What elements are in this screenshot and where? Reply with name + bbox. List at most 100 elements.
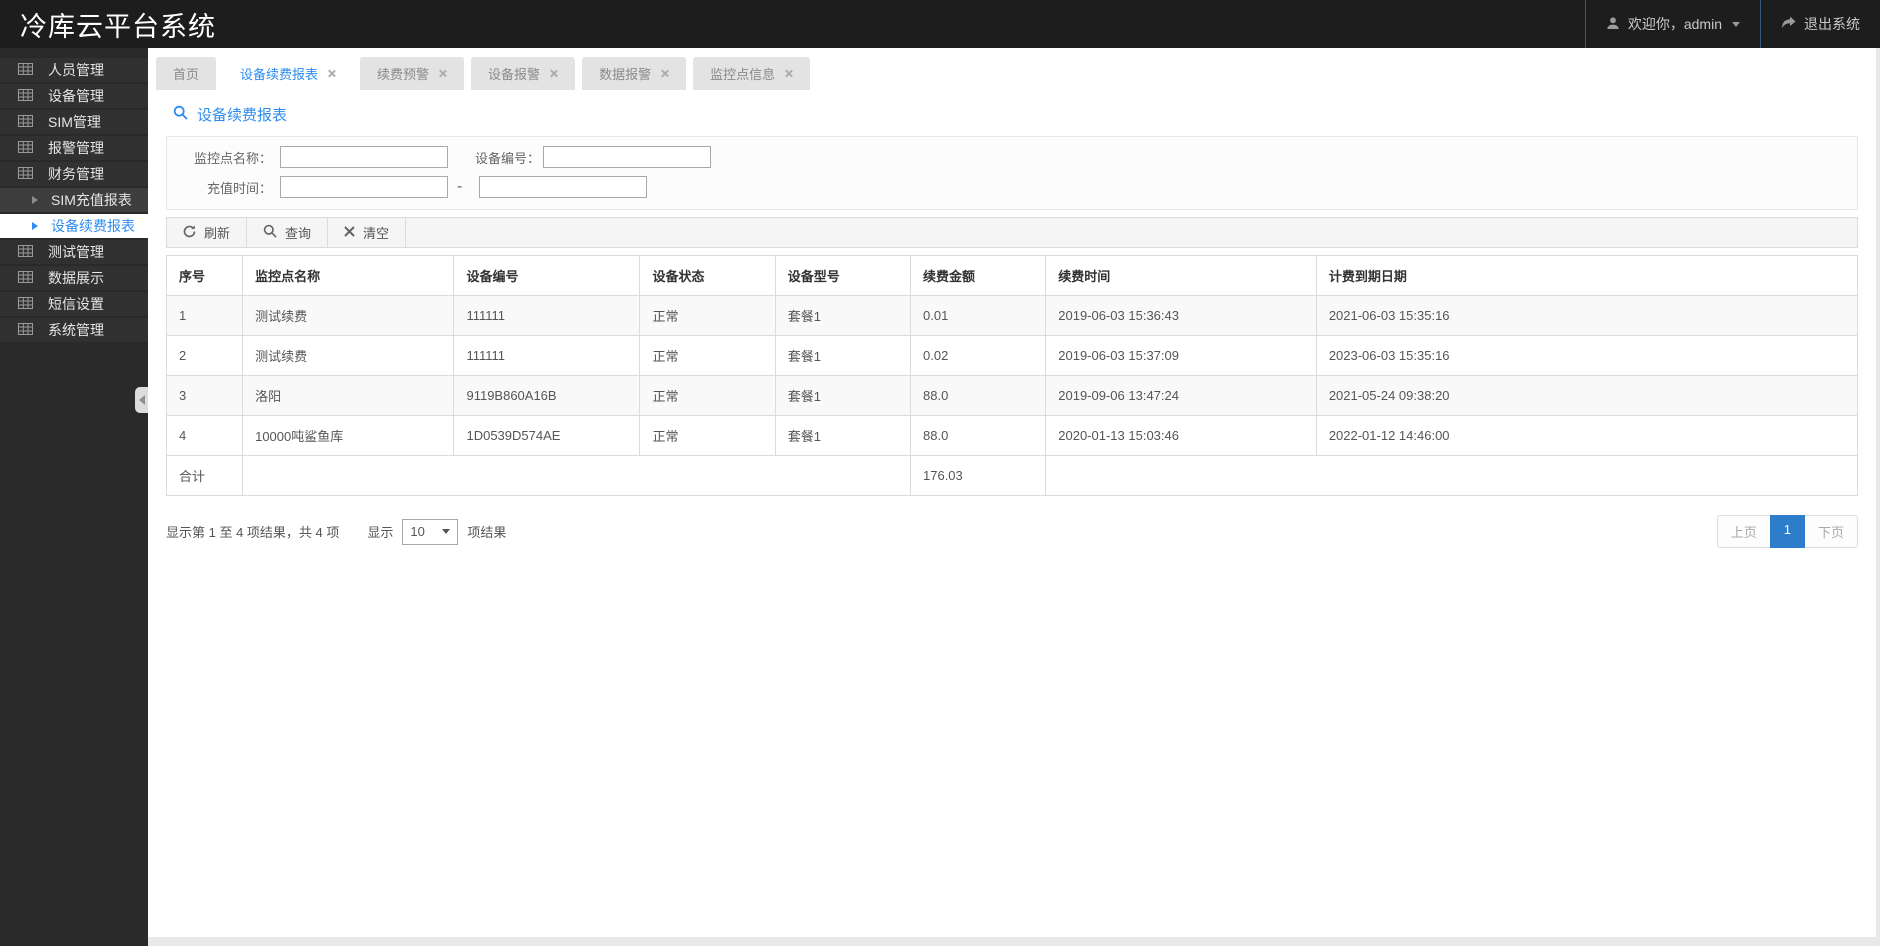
tab-label: 设备报警 bbox=[488, 67, 541, 82]
sidebar-item-alarm-mgmt[interactable]: 报警管理 bbox=[0, 136, 148, 160]
table-header-row: 序号 监控点名称 设备编号 设备状态 设备型号 续费金额 续费时间 计费到期日期 bbox=[165, 255, 1859, 296]
query-label: 查询 bbox=[285, 226, 312, 241]
cell-expire-date: 2021-05-24 09:38:20 bbox=[1315, 375, 1859, 416]
cell-device-no: 111111 bbox=[453, 335, 641, 376]
table-row[interactable]: 2 测试续费 111111 正常 套餐1 0.02 2019-06-03 15:… bbox=[165, 335, 1859, 376]
header-actions: 欢迎你，admin 退出系统 bbox=[1584, 0, 1880, 48]
welcome-text: 欢迎你，admin bbox=[1627, 16, 1722, 32]
sidebar-item-sim-recharge-report[interactable]: SIM充值报表 bbox=[0, 188, 148, 212]
cell-renewal-amount: 0.01 bbox=[909, 295, 1047, 336]
recharge-time-to-input[interactable] bbox=[479, 176, 648, 198]
tab-monitor-info[interactable]: 监控点信息 bbox=[693, 57, 811, 90]
tab-device-renewal-report[interactable]: 设备续费报表 bbox=[223, 57, 354, 90]
column-header: 监控点名称 bbox=[242, 255, 455, 296]
sidebar-item-label: 人员管理 bbox=[48, 62, 104, 78]
grid-icon bbox=[18, 322, 33, 338]
table-row[interactable]: 3 洛阳 9119B860A16B 正常 套餐1 88.0 2019-09-06… bbox=[165, 375, 1859, 416]
cell-renewal-time: 2019-06-03 15:36:43 bbox=[1045, 295, 1317, 336]
table-row[interactable]: 4 10000吨鲨鱼库 1D0539D574AE 正常 套餐1 88.0 202… bbox=[165, 415, 1859, 456]
sidebar-item-system-mgmt[interactable]: 系统管理 bbox=[0, 318, 148, 342]
close-icon[interactable] bbox=[549, 69, 558, 78]
sidebar: 人员管理 设备管理 SIM管理 报警管理 财务管理 SIM充值报表 设备续费报表 bbox=[0, 48, 148, 946]
tab-renewal-warning[interactable]: 续费预警 bbox=[360, 57, 465, 90]
cell-renewal-time: 2019-09-06 13:47:24 bbox=[1045, 375, 1317, 416]
cell-seq: 1 bbox=[165, 295, 244, 336]
cell-seq: 2 bbox=[165, 335, 244, 376]
cell-renewal-amount: 88.0 bbox=[909, 415, 1047, 456]
sidebar-item-label: 测试管理 bbox=[48, 244, 104, 260]
tab-device-alarm[interactable]: 设备报警 bbox=[471, 57, 576, 90]
main-area: 首页 设备续费报表 续费预警 设备报警 数据报警 监控点信息 设备续费报表 监控… bbox=[148, 48, 1880, 946]
refresh-button[interactable]: 刷新 bbox=[167, 218, 248, 247]
cell-device-no: 9119B860A16B bbox=[453, 375, 641, 416]
total-empty-cell bbox=[1045, 455, 1858, 496]
grid-icon bbox=[18, 62, 33, 78]
sidebar-item-label: 报警管理 bbox=[48, 140, 104, 156]
tab-label: 监控点信息 bbox=[710, 67, 776, 82]
close-icon[interactable] bbox=[660, 69, 669, 78]
prev-page-button[interactable]: 上页 bbox=[1716, 515, 1771, 548]
chevron-down-icon bbox=[442, 529, 451, 534]
refresh-icon bbox=[183, 224, 196, 241]
table-row[interactable]: 1 测试续费 111111 正常 套餐1 0.01 2019-06-03 15:… bbox=[165, 295, 1859, 336]
close-icon[interactable] bbox=[784, 69, 793, 78]
cell-device-model: 套餐1 bbox=[774, 295, 912, 336]
grid-icon bbox=[18, 114, 33, 130]
clear-button[interactable]: 清空 bbox=[328, 218, 407, 247]
next-page-button[interactable]: 下页 bbox=[1803, 515, 1858, 548]
cell-expire-date: 2023-06-03 15:35:16 bbox=[1315, 335, 1859, 376]
cell-device-status: 正常 bbox=[639, 295, 776, 336]
cell-seq: 3 bbox=[165, 375, 244, 416]
clear-icon bbox=[344, 225, 355, 240]
logout-label: 退出系统 bbox=[1804, 16, 1860, 32]
results-summary: 显示第 1 至 4 项结果，共 4 项 bbox=[166, 525, 340, 540]
cell-expire-date: 2022-01-12 14:46:00 bbox=[1315, 415, 1859, 456]
caret-right-icon bbox=[32, 196, 38, 204]
grid-icon bbox=[18, 270, 33, 286]
cell-renewal-time: 2020-01-13 15:03:46 bbox=[1045, 415, 1317, 456]
pagination: 上页 1 下页 bbox=[1716, 515, 1858, 548]
sidebar-item-sim-mgmt[interactable]: SIM管理 bbox=[0, 110, 148, 134]
close-icon[interactable] bbox=[327, 69, 336, 78]
close-icon[interactable] bbox=[438, 69, 447, 78]
unit-label: 项结果 bbox=[467, 525, 507, 540]
sidebar-item-finance-mgmt[interactable]: 财务管理 bbox=[0, 162, 148, 186]
tab-label: 设备续费报表 bbox=[240, 67, 319, 82]
query-button[interactable]: 查询 bbox=[247, 218, 329, 247]
logout-icon bbox=[1781, 16, 1796, 32]
caret-right-icon bbox=[32, 222, 38, 230]
sidebar-item-sms-settings[interactable]: 短信设置 bbox=[0, 292, 148, 316]
renewal-table: 序号 监控点名称 设备编号 设备状态 设备型号 续费金额 续费时间 计费到期日期… bbox=[165, 255, 1859, 496]
column-header: 设备状态 bbox=[639, 255, 776, 296]
sidebar-item-test-mgmt[interactable]: 测试管理 bbox=[0, 240, 148, 264]
sidebar-item-label: 短信设置 bbox=[48, 296, 104, 312]
cell-seq: 4 bbox=[165, 415, 244, 456]
sidebar-collapse-handle[interactable] bbox=[135, 387, 148, 413]
cell-device-no: 1D0539D574AE bbox=[453, 415, 641, 456]
sidebar-item-device-renewal-report[interactable]: 设备续费报表 bbox=[0, 214, 148, 238]
user-menu[interactable]: 欢迎你，admin bbox=[1584, 0, 1760, 48]
recharge-time-from-input[interactable] bbox=[280, 176, 448, 198]
total-amount: 176.03 bbox=[909, 455, 1047, 496]
cell-monitor-name: 测试续费 bbox=[242, 335, 455, 376]
logout-button[interactable]: 退出系统 bbox=[1760, 0, 1880, 48]
sidebar-item-label: SIM管理 bbox=[48, 114, 101, 130]
current-page-button[interactable]: 1 bbox=[1769, 515, 1805, 548]
chevron-left-icon bbox=[138, 395, 145, 405]
grid-icon bbox=[18, 244, 33, 260]
page-size-select[interactable]: 10 bbox=[402, 518, 459, 545]
device-no-input[interactable] bbox=[543, 146, 711, 168]
sidebar-item-label: 设备续费报表 bbox=[51, 218, 135, 234]
cell-renewal-amount: 88.0 bbox=[909, 375, 1047, 416]
column-header: 序号 bbox=[165, 255, 244, 296]
tab-home[interactable]: 首页 bbox=[156, 57, 217, 90]
sidebar-item-personnel-mgmt[interactable]: 人员管理 bbox=[0, 58, 148, 82]
cell-device-model: 套餐1 bbox=[774, 415, 912, 456]
table-footer: 显示第 1 至 4 项结果，共 4 项 显示 10 项结果 上页 1 下页 bbox=[166, 515, 1858, 548]
sidebar-item-device-mgmt[interactable]: 设备管理 bbox=[0, 84, 148, 108]
tab-data-alarm[interactable]: 数据报警 bbox=[582, 57, 687, 90]
cell-device-status: 正常 bbox=[639, 335, 776, 376]
monitor-name-input[interactable] bbox=[280, 146, 448, 168]
sidebar-item-data-display[interactable]: 数据展示 bbox=[0, 266, 148, 290]
search-icon bbox=[173, 105, 188, 124]
